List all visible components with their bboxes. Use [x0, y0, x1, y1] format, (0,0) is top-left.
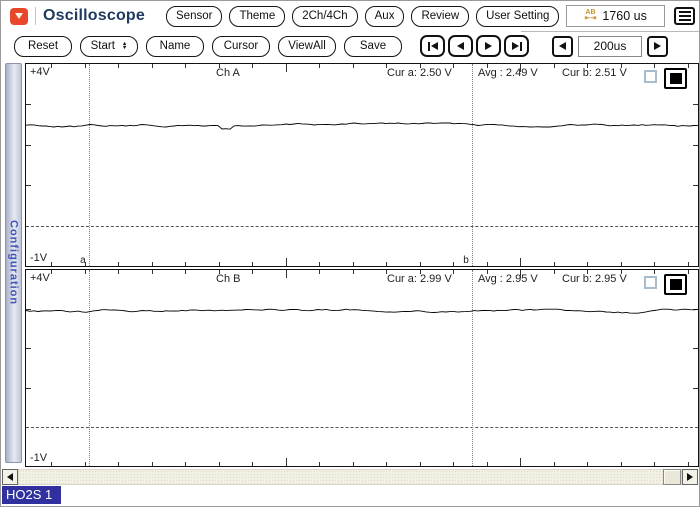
- timebase-group: 200us: [552, 36, 668, 57]
- review-button[interactable]: Review: [411, 6, 469, 27]
- aux-button[interactable]: Aux: [365, 6, 405, 27]
- skip-to-start-button[interactable]: [420, 35, 445, 57]
- viewall-button[interactable]: ViewAll: [278, 36, 336, 57]
- dropdown-triangle-icon: [15, 13, 23, 19]
- scroll-left-button[interactable]: [2, 469, 18, 485]
- step-back-button[interactable]: [448, 35, 473, 57]
- app-title: Oscilloscope: [43, 7, 145, 25]
- horizontal-scrollbar[interactable]: [1, 469, 699, 485]
- timebase-decrease-button[interactable]: [552, 36, 573, 57]
- signal-name-badge: HO2S 1: [2, 486, 61, 504]
- plots-column: +4V -1V Ch A Cur a: 2.50 V Avg : 2.49 V …: [25, 63, 699, 467]
- toolbar-top: Oscilloscope Sensor Theme 2Ch/4Ch Aux Re…: [1, 1, 699, 31]
- configuration-label: Configuration: [8, 220, 20, 305]
- start-button[interactable]: Start ▲▼: [80, 36, 138, 57]
- app-menu-icon[interactable]: [10, 8, 28, 25]
- sensor-button[interactable]: Sensor: [166, 6, 222, 27]
- cursor-button[interactable]: Cursor: [212, 36, 270, 57]
- waveform: [26, 270, 698, 466]
- ab-time-display: AB⇤⇥ 1760 us: [566, 5, 665, 27]
- left-arrow-icon: [7, 473, 13, 481]
- user-setting-button[interactable]: User Setting: [476, 6, 559, 27]
- divider: [35, 7, 36, 25]
- skip-to-end-button[interactable]: [504, 35, 529, 57]
- save-button[interactable]: Save: [344, 36, 402, 57]
- ab-cursor-delta-icon: AB⇤⇥: [585, 10, 597, 22]
- name-button[interactable]: Name: [146, 36, 204, 57]
- timebase-increase-button[interactable]: [647, 36, 668, 57]
- configuration-panel-handle[interactable]: Configuration: [5, 63, 22, 463]
- channel-b-panel: +4V -1V Ch B Cur a: 2.99 V Avg : 2.95 V …: [25, 269, 699, 467]
- step-forward-button[interactable]: [476, 35, 501, 57]
- scrollbar-track[interactable]: [18, 469, 682, 485]
- waveform: [26, 64, 698, 266]
- playback-group: [420, 35, 529, 57]
- ab-time-value: 1760 us: [602, 9, 646, 23]
- list-menu-icon[interactable]: [674, 7, 695, 25]
- oscilloscope-window: Oscilloscope Sensor Theme 2Ch/4Ch Aux Re…: [0, 0, 700, 507]
- theme-button[interactable]: Theme: [229, 6, 285, 27]
- divider: [521, 31, 699, 32]
- reset-button[interactable]: Reset: [14, 36, 72, 57]
- timebase-value: 200us: [578, 36, 642, 57]
- channel-a-panel: +4V -1V Ch A Cur a: 2.50 V Avg : 2.49 V …: [25, 63, 699, 267]
- channel-mode-button[interactable]: 2Ch/4Ch: [292, 6, 357, 27]
- scroll-right-button[interactable]: [682, 469, 698, 485]
- toolbar-controls: Reset Start ▲▼ Name Cursor ViewAll Save …: [1, 31, 699, 61]
- right-arrow-icon: [687, 473, 693, 481]
- main-area: Configuration +4V -1V Ch A Cur a: 2.50 V…: [1, 63, 699, 467]
- spinner-arrows-icon: ▲▼: [122, 42, 127, 51]
- scrollbar-thumb[interactable]: [663, 469, 681, 485]
- status-bar: HO2S 1: [1, 485, 699, 505]
